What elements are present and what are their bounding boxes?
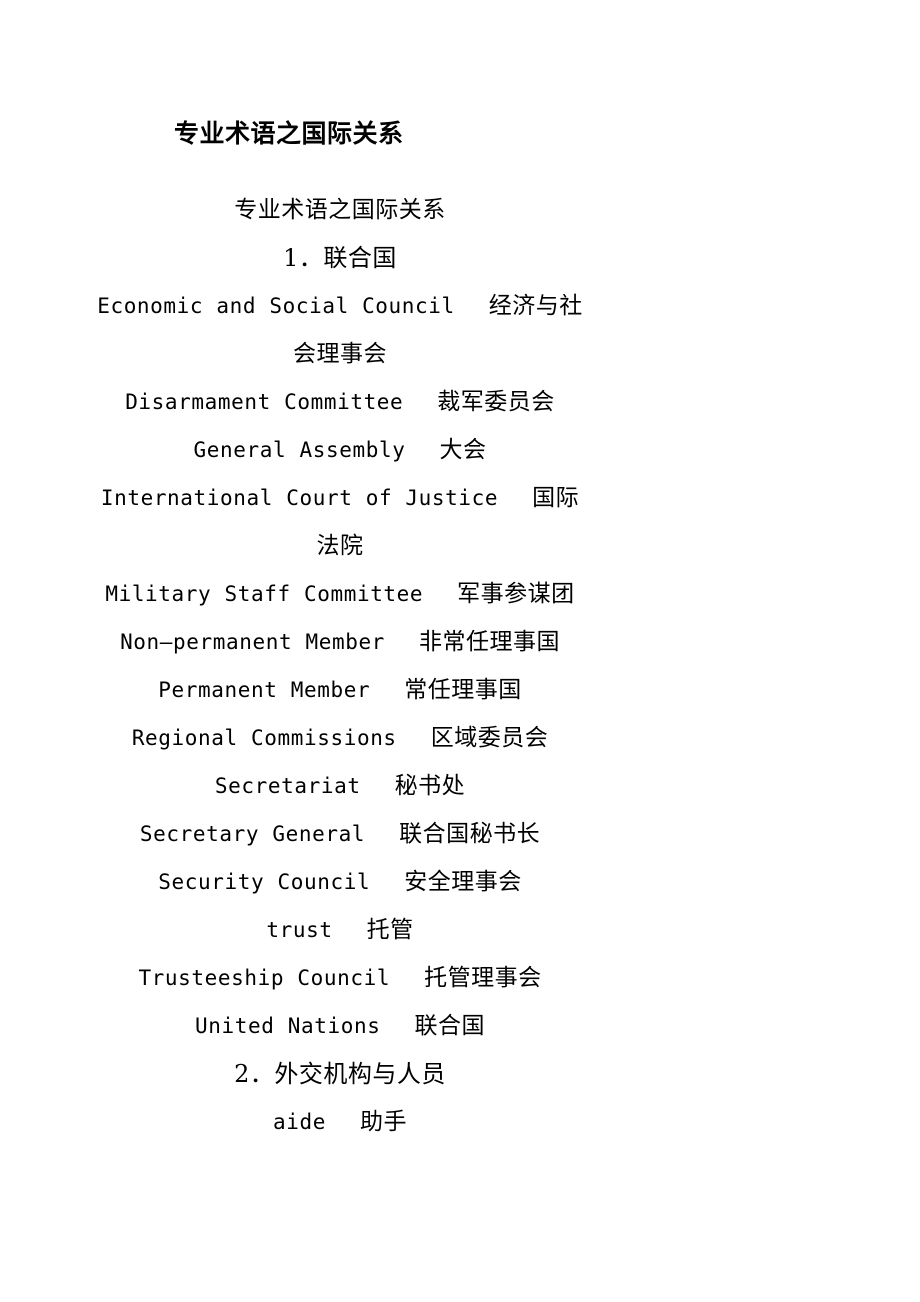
- entry-gloss: 经济与社: [488, 293, 583, 319]
- entry-gloss: 助手: [359, 1109, 407, 1135]
- entry-gloss: 联合国: [414, 1013, 485, 1039]
- glossary-entry: trust 托管: [70, 906, 610, 954]
- glossary-entry: United Nations 联合国: [70, 1002, 610, 1050]
- entry-term: Regional Commissions: [131, 726, 397, 750]
- entry-gloss: 托管: [366, 917, 414, 943]
- section-heading: 1．联合国: [283, 244, 397, 272]
- glossary-entry: Economic and Social Council 经济与社: [70, 282, 610, 330]
- entry-gloss: 裁军委员会: [437, 389, 555, 415]
- document-title: 专业术语之国际关系: [174, 120, 404, 148]
- entry-term: Non—permanent Member: [120, 630, 385, 654]
- entry-gloss: 秘书处: [394, 773, 466, 799]
- entry-term: International Court of Justice: [100, 486, 499, 510]
- entry-term: Economic and Social Council: [97, 294, 455, 318]
- entry-term: Military Staff Committee: [105, 582, 424, 606]
- entry-term: aide: [273, 1110, 326, 1134]
- glossary-entry: International Court of Justice 国际: [70, 474, 610, 522]
- glossary-entry: aide 助手: [70, 1098, 610, 1146]
- entry-gloss: 国际: [532, 485, 580, 511]
- entry-gloss-continuation: 法院: [316, 533, 364, 559]
- entry-term: Security Council: [158, 870, 371, 894]
- glossary-entry: Permanent Member 常任理事国: [70, 666, 610, 714]
- glossary-entry: Disarmament Committee 裁军委员会: [70, 378, 610, 426]
- section-heading: 2．外交机构与人员: [234, 1060, 446, 1088]
- entry-gloss-continuation: 会理事会: [293, 341, 387, 367]
- entry-gloss: 区域委员会: [430, 725, 549, 751]
- sections-container: 1．联合国 Economic and Social Council 经济与社会理事会…: [70, 234, 610, 1146]
- entry-term: Secretariat: [214, 774, 361, 798]
- glossary-entry: Military Staff Committee 军事参谋团: [70, 570, 610, 618]
- entry-term: Trusteeship Council: [138, 966, 391, 990]
- entry-term: Disarmament Committee: [125, 390, 404, 414]
- entry-gloss: 常任理事国: [404, 677, 522, 703]
- entry-gloss: 军事参谋团: [457, 581, 575, 607]
- document-body: 专业术语之国际关系 1．联合国 Economic and Social Counc…: [70, 186, 610, 1146]
- entry-term: United Nations: [195, 1014, 381, 1038]
- glossary-entry: Trusteeship Council 托管理事会: [70, 954, 610, 1002]
- entry-gloss: 安全理事会: [404, 869, 522, 895]
- glossary-entry: Regional Commissions 区域委员会: [70, 714, 610, 762]
- entry-term: Permanent Member: [158, 678, 371, 702]
- glossary-entry: Secretariat 秘书处: [70, 762, 610, 810]
- entry-gloss: 大会: [439, 437, 487, 463]
- entry-gloss: 联合国秘书长: [399, 821, 541, 847]
- entry-gloss: 托管理事会: [424, 965, 542, 991]
- glossary-entry: Secretary General 联合国秘书长: [70, 810, 610, 858]
- entry-gloss: 非常任理事国: [418, 629, 560, 655]
- document-page: 专业术语之国际关系 专业术语之国际关系 1．联合国 Economic and So…: [0, 0, 920, 1302]
- glossary-entry: Security Council 安全理事会: [70, 858, 610, 906]
- glossary-entry: Non—permanent Member 非常任理事国: [70, 618, 610, 666]
- document-subtitle: 专业术语之国际关系: [234, 197, 446, 223]
- entry-term: General Assembly: [193, 438, 406, 462]
- entry-term: Secretary General: [139, 822, 366, 846]
- entry-term: trust: [266, 918, 333, 942]
- glossary-entry: General Assembly 大会: [70, 426, 610, 474]
